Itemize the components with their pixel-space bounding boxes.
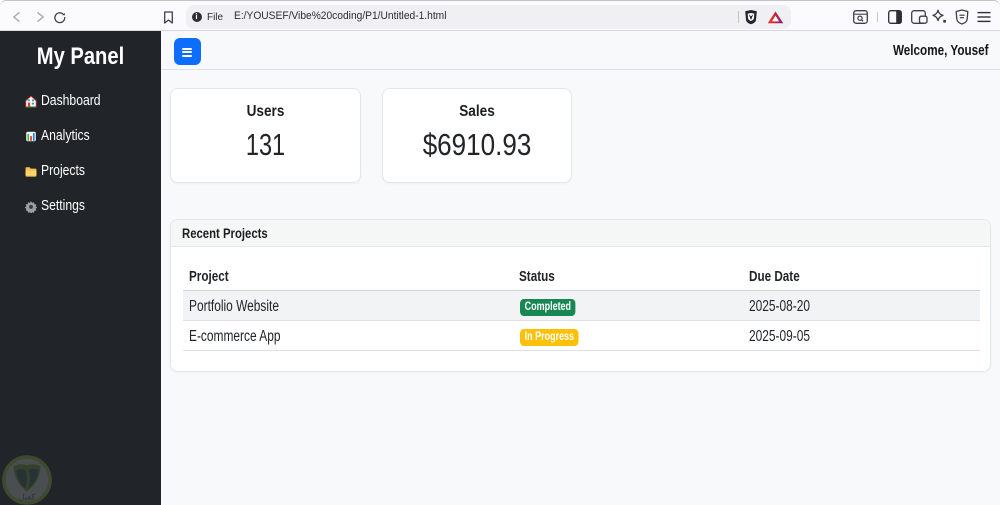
svg-text:كفيل: كفيل <box>19 493 36 502</box>
